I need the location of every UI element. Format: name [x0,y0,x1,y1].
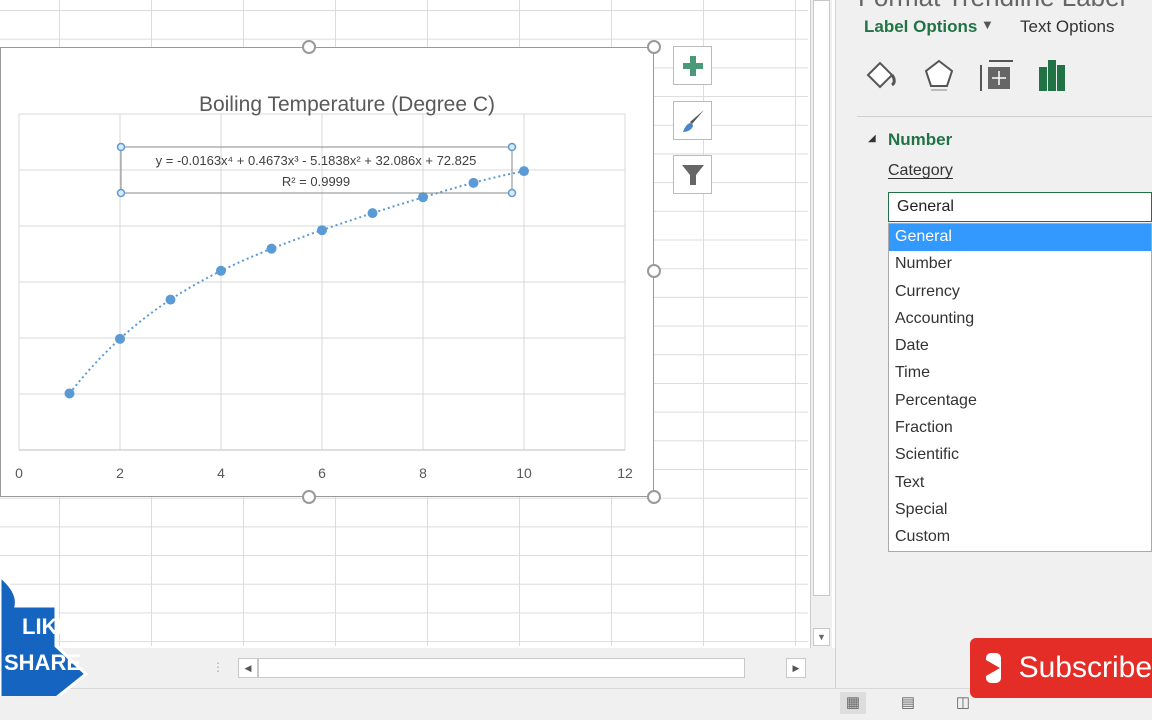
data-point [64,388,75,399]
plus-icon [682,55,703,76]
category-option[interactable]: Time [889,360,1151,387]
split-handle[interactable]: ⋮ [212,660,224,674]
like-share-logo: LIKE SHARE [0,576,89,696]
x-tick-label: 6 [318,465,326,481]
resize-handle[interactable] [302,40,316,54]
tab-text-options[interactable]: Text Options [1020,17,1115,37]
horizontal-scroll-thumb[interactable] [258,658,745,678]
data-point [266,243,277,254]
label-handle [507,188,517,198]
caret-down-icon[interactable]: ▼ [981,17,994,32]
label-options-icon[interactable] [1033,55,1073,95]
x-tick-label: 2 [116,465,124,481]
x-tick-label: 8 [419,465,427,481]
resize-handle[interactable] [647,40,661,54]
category-option[interactable]: Currency [889,279,1151,306]
label-handle [507,142,517,152]
label-handle [116,188,126,198]
section-number[interactable]: Number [888,130,952,150]
divider [857,116,1152,117]
data-point [115,333,125,344]
chart-elements-button[interactable] [673,46,712,85]
normal-view-icon[interactable]: ▦ [840,692,866,714]
trendline-r2: R² = 0.9999 [282,174,350,189]
category-option[interactable]: Special [889,497,1151,524]
vertical-scrollbar[interactable]: ▼ [810,0,832,648]
chart-filters-button[interactable] [673,155,712,194]
category-select[interactable]: General [888,192,1152,222]
scroll-right-button[interactable]: ▶ [786,658,806,678]
chart-area[interactable]: 0 2 4 6 8 10 12 Boiling Temperature (Degree C) y… [0,47,654,497]
share-text: SHARE [4,650,81,675]
size-properties-icon[interactable] [976,55,1016,95]
category-option[interactable]: Accounting [889,306,1151,333]
category-option[interactable]: General [889,224,1151,252]
panel-title: Format Trendline Label [858,0,1125,13]
category-option[interactable]: Scientific [889,442,1151,469]
chart-title: Boiling Temperature (Degree C) [199,93,495,116]
scatter-chart: 0 2 4 6 8 10 12 Boiling Temperature (Degree C) y… [15,93,633,481]
label-handle [116,142,126,152]
data-point [216,265,226,276]
category-dropdown-list: General Number Currency Accounting Date Time P… [888,223,1152,552]
data-point [468,177,479,188]
trendline-equation: y = -0.0163x⁴ + 0.4673x³ - 5.1838x² + 32… [156,153,477,168]
data-point [519,166,529,177]
category-option[interactable]: Date [889,333,1151,360]
collapse-triangle-icon[interactable]: ◢ [868,133,876,144]
category-option[interactable]: Fraction [889,415,1151,442]
resize-handle[interactable] [302,490,316,504]
resize-handle[interactable] [647,490,661,504]
resize-handle[interactable] [647,264,661,278]
x-tick-label: 12 [617,465,633,481]
category-option[interactable]: Text [889,470,1151,497]
tab-label-options[interactable]: Label Options [864,17,977,37]
data-point [418,192,428,203]
x-tick-label: 10 [516,465,532,481]
scroll-down-button[interactable]: ▼ [813,628,830,646]
effects-icon[interactable] [919,55,959,95]
category-option[interactable]: Custom [889,524,1151,551]
scroll-thumb[interactable] [813,0,830,596]
brush-icon [682,109,704,132]
subscribe-label: Subscribe [1018,651,1152,684]
filter-icon [681,164,704,185]
data-point [317,225,327,236]
x-tick-label: 4 [217,465,225,481]
x-tick-label: 0 [15,465,23,481]
subscribe-button[interactable]: Subscribe [970,638,1152,698]
fill-line-icon[interactable] [862,55,902,95]
data-point [367,208,378,219]
like-text: LIKE [22,614,72,639]
page-layout-icon[interactable]: ▤ [895,692,921,714]
chart-styles-button[interactable] [673,101,712,140]
data-point [165,294,176,305]
scroll-left-button[interactable]: ◀ [238,658,258,678]
category-option[interactable]: Percentage [889,388,1151,415]
category-label: Category [888,162,953,179]
play-icon [986,653,1001,683]
category-option[interactable]: Number [889,251,1151,278]
